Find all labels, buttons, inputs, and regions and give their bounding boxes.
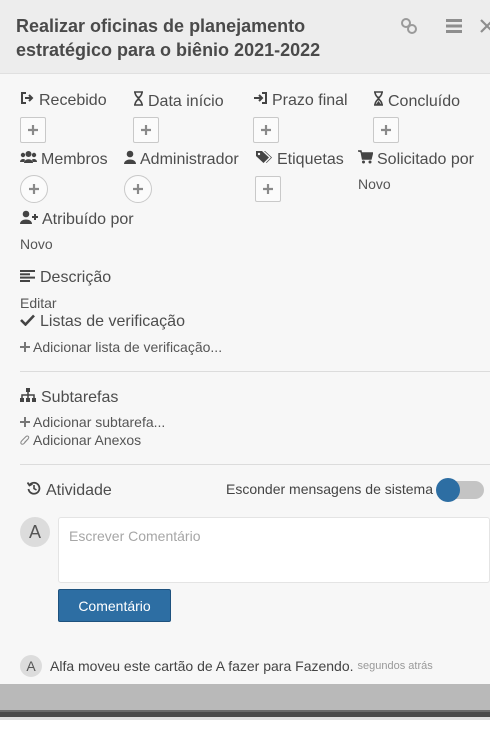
add-label-button[interactable]: [255, 176, 281, 202]
plus-icon: [381, 125, 391, 135]
plus-icon: [29, 184, 39, 194]
divider: [20, 371, 490, 372]
add-attachment-link[interactable]: Adicionar Anexos: [20, 432, 141, 448]
check-icon: [20, 313, 40, 331]
tags-icon: [255, 150, 277, 170]
description-label: Descrição: [40, 269, 112, 286]
scrollbar-track: [0, 710, 490, 720]
comment-input[interactable]: [58, 517, 490, 583]
add-prazo-final-button[interactable]: [253, 117, 279, 143]
field-label-recebido: Recebido: [39, 92, 107, 109]
hourglass-start-icon: [133, 91, 148, 112]
activity-header: Atividade: [26, 481, 112, 500]
add-member-button[interactable]: [20, 175, 48, 203]
plus-icon: [133, 184, 143, 194]
sitemap-icon: [20, 388, 41, 407]
hamburger-menu-icon[interactable]: [445, 17, 463, 35]
sign-in-alt-icon: [253, 91, 272, 111]
hourglass-end-icon: [373, 91, 388, 112]
plus-icon: [261, 125, 271, 135]
plus-icon: [263, 184, 273, 194]
add-attachment-label: Adicionar Anexos: [33, 432, 142, 448]
user-icon: [124, 150, 140, 170]
user-plus-icon: [20, 210, 42, 230]
divider: [20, 464, 490, 465]
toggle-knob: [436, 478, 460, 502]
shopping-cart-icon: [358, 150, 377, 170]
field-label-prazo-final: Prazo final: [272, 92, 348, 109]
plus-icon: [141, 125, 151, 135]
add-checklist-label: Adicionar lista de verificação...: [33, 339, 223, 355]
add-checklist-link[interactable]: Adicionar lista de verificação...: [20, 339, 222, 355]
add-recebido-button[interactable]: [20, 117, 46, 143]
subtasks-header: Subtarefas: [20, 388, 118, 407]
checklists-header: Listas de verificação: [20, 313, 185, 331]
card-details: Realizar oficinas de planejamento estrat…: [0, 0, 490, 684]
hide-system-messages-toggle[interactable]: [436, 478, 484, 502]
hide-system-messages-label: Esconder mensagens de sistema: [226, 481, 433, 497]
comment-submit-button[interactable]: Comentário: [58, 589, 171, 622]
activity-timestamp: segundos atrás: [357, 660, 433, 672]
add-concluido-button[interactable]: [373, 117, 399, 143]
subtasks-label: Subtarefas: [41, 388, 119, 406]
activity-text: Alfa moveu este cartão de A fazer para F…: [50, 658, 354, 674]
field-label-solicitado-por: Solicitado por: [377, 151, 474, 168]
field-label-concluido: Concluído: [388, 92, 461, 110]
plus-icon: [20, 342, 30, 352]
sign-in-icon: [20, 91, 39, 111]
edit-description-link[interactable]: Editar: [20, 295, 57, 311]
avatar: A: [20, 655, 42, 677]
activity-item: A Alfa moveu este cartão de A fazer para…: [20, 655, 433, 677]
avatar: A: [20, 517, 50, 547]
field-label-atribuido-por: Atribuído por: [42, 211, 134, 228]
add-subtask-link[interactable]: Adicionar subtarefa...: [20, 414, 165, 430]
solicitado-por-value[interactable]: Novo: [358, 176, 391, 192]
description-header: Descrição: [20, 269, 111, 287]
activity-label: Atividade: [46, 481, 112, 499]
add-administrator-button[interactable]: [124, 175, 152, 203]
field-label-data-inicio: Data início: [148, 92, 224, 110]
close-icon[interactable]: [478, 17, 490, 35]
link-icon[interactable]: [400, 17, 418, 35]
field-label-etiquetas: Etiquetas: [277, 151, 344, 168]
checklists-label: Listas de verificação: [40, 313, 185, 330]
plus-icon: [20, 417, 30, 427]
paperclip-icon: [20, 434, 30, 445]
field-label-membros: Membros: [41, 151, 108, 168]
card-header: Realizar oficinas de planejamento estrat…: [0, 0, 490, 74]
plus-icon: [28, 125, 38, 135]
add-data-inicio-button[interactable]: [133, 117, 159, 143]
field-label-administrador: Administrador: [140, 151, 239, 168]
history-icon: [26, 481, 46, 500]
align-left-icon: [20, 269, 40, 287]
atribuido-por-value[interactable]: Novo: [20, 236, 53, 252]
add-subtask-label: Adicionar subtarefa...: [33, 414, 166, 430]
card-title[interactable]: Realizar oficinas de planejamento estrat…: [16, 14, 346, 62]
users-icon: [20, 150, 41, 170]
